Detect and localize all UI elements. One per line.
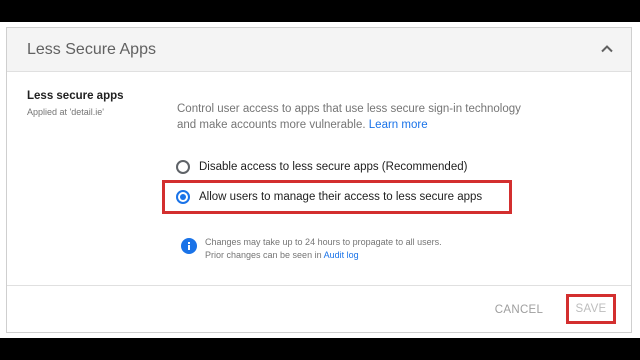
radio-button-unselected[interactable] (176, 160, 190, 174)
info-icon (181, 238, 197, 254)
applied-at-label: Applied at 'detail.ie' (27, 107, 104, 117)
info-line-1: Changes may take up to 24 hours to propa… (205, 237, 442, 247)
option-label: Disable access to less secure apps (Reco… (199, 161, 468, 173)
learn-more-link[interactable]: Learn more (369, 119, 428, 131)
option-disable-access[interactable]: Disable access to less secure apps (Reco… (176, 157, 467, 177)
panel-header[interactable]: Less Secure Apps (7, 28, 631, 72)
screenshot-frame: Less Secure Apps Less secure apps Applie… (0, 22, 640, 338)
description-text: Control user access to apps that use les… (177, 103, 521, 131)
info-line-2: Prior changes can be seen in Audit log (205, 249, 442, 262)
setting-name: Less secure apps (27, 90, 124, 102)
highlight-box (162, 180, 512, 214)
save-button[interactable]: SAVE (566, 294, 616, 324)
footer-divider (7, 285, 631, 286)
panel-title: Less Secure Apps (27, 41, 156, 58)
chevron-up-icon[interactable] (599, 41, 615, 57)
info-message: Changes may take up to 24 hours to propa… (205, 236, 442, 262)
audit-log-link[interactable]: Audit log (324, 250, 359, 260)
cancel-button[interactable]: CANCEL (481, 297, 557, 323)
info-line-2-prefix: Prior changes can be seen in (205, 250, 322, 260)
setting-description: Control user access to apps that use les… (177, 101, 527, 133)
less-secure-apps-panel: Less Secure Apps Less secure apps Applie… (6, 27, 632, 333)
